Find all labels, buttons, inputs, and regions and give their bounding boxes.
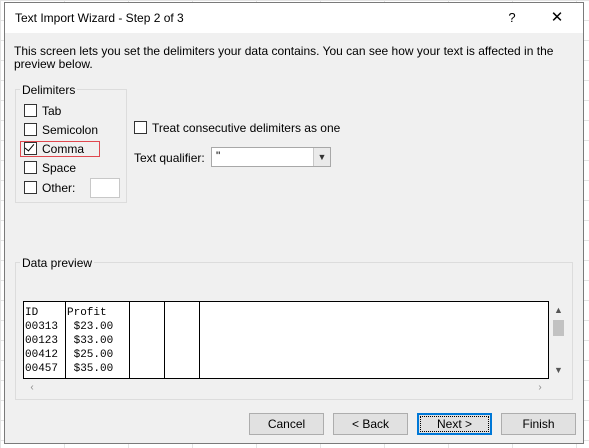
checkbox-box[interactable] (134, 121, 147, 134)
preview-cell: ID (25, 307, 39, 319)
text-qualifier-value: " (216, 149, 221, 163)
text-qualifier-select[interactable]: " ▼ (211, 147, 331, 167)
back-button[interactable]: < Back (333, 413, 408, 435)
checkbox-box[interactable] (24, 141, 37, 155)
column-separator (65, 302, 66, 378)
treat-consecutive-label: Treat consecutive delimiters as one (152, 121, 341, 135)
preview-cell: 00123 (25, 335, 59, 347)
data-preview-grid[interactable]: ID Profit 00313 $23.00 00123 $33.00 0041… (23, 301, 549, 379)
dialog-title: Text Import Wizard - Step 2 of 3 (15, 11, 184, 25)
next-button[interactable]: Next > (417, 413, 492, 435)
column-separator (164, 302, 165, 378)
wizard-description: This screen lets you set the delimiters … (14, 44, 554, 71)
preview-vertical-scrollbar[interactable]: ▲ ▼ (550, 301, 567, 379)
preview-cell: $33.00 (67, 335, 114, 347)
comma-checkbox-label: Comma (42, 142, 85, 156)
scroll-right-icon[interactable]: › (533, 379, 547, 396)
other-checkbox-label: Other: (42, 181, 76, 195)
title-bar: Text Import Wizard - Step 2 of 3 ? ✕ (5, 3, 583, 33)
cancel-button-label: Cancel (267, 417, 306, 431)
delimiters-group-title: Delimiters (20, 83, 78, 97)
back-button-label: < Back (351, 417, 390, 431)
tab-checkbox-label: Tab (42, 104, 62, 118)
preview-cell: Profit (67, 307, 107, 319)
finish-button[interactable]: Finish (501, 413, 576, 435)
semicolon-checkbox-label: Semicolon (42, 123, 99, 137)
preview-cell: $25.00 (67, 349, 114, 361)
preview-cell: 00457 (25, 363, 59, 375)
close-button[interactable]: ✕ (540, 7, 574, 29)
checkbox-box[interactable] (24, 104, 37, 117)
preview-cell: $23.00 (67, 321, 114, 333)
column-separator (199, 302, 200, 378)
scroll-left-icon[interactable]: ‹ (25, 379, 39, 396)
space-checkbox-label: Space (42, 161, 77, 175)
next-button-label: Next > (436, 417, 472, 431)
preview-cell: $35.00 (67, 363, 114, 375)
checkbox-box[interactable] (24, 181, 37, 194)
other-delimiter-input[interactable] (90, 178, 120, 198)
scroll-down-icon[interactable]: ▼ (550, 363, 567, 377)
checkbox-box[interactable] (24, 161, 37, 174)
scroll-thumb[interactable] (553, 320, 564, 336)
text-import-wizard-dialog: Text Import Wizard - Step 2 of 3 ? ✕ Thi… (4, 2, 584, 444)
finish-button-label: Finish (522, 417, 555, 431)
cancel-button[interactable]: Cancel (249, 413, 324, 435)
chevron-down-icon[interactable]: ▼ (313, 148, 330, 166)
column-separator (129, 302, 130, 378)
preview-cell: 00313 (25, 321, 59, 333)
help-button[interactable]: ? (499, 7, 525, 29)
scroll-up-icon[interactable]: ▲ (550, 303, 567, 317)
preview-cell: 00412 (25, 349, 59, 361)
delimiters-group: Delimiters Tab Semicolon Comma Space Oth… (15, 83, 127, 203)
checkmark-icon (24, 141, 35, 152)
preview-horizontal-scrollbar[interactable]: ‹ › (23, 379, 549, 396)
text-qualifier-label: Text qualifier: (134, 151, 205, 165)
data-preview-title: Data preview (20, 256, 95, 270)
checkbox-box[interactable] (24, 123, 37, 136)
